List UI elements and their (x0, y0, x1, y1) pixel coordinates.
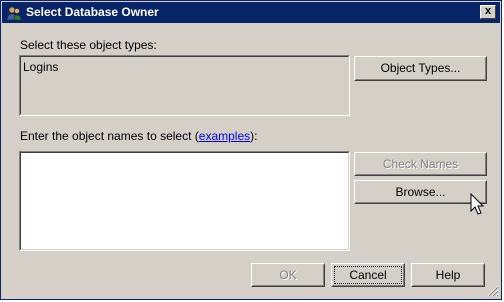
object-types-button-label: Object Types... (380, 61, 461, 75)
dialog-window: Select Database Owner x Select these obj… (0, 0, 502, 300)
object-types-button[interactable]: Object Types... (354, 56, 487, 81)
check-names-button-label: Check Names (382, 157, 459, 171)
ok-button[interactable]: OK (251, 263, 325, 287)
object-types-label: Select these object types: (20, 38, 157, 52)
ok-button-label: OK (279, 268, 297, 282)
browse-button[interactable]: Browse... (354, 180, 487, 204)
users-icon (6, 6, 22, 21)
close-icon: x (484, 5, 492, 17)
object-types-value: Logins (23, 60, 59, 74)
mouse-pointer-icon (470, 193, 485, 215)
window-title: Select Database Owner (26, 5, 159, 19)
close-button[interactable]: x (480, 5, 496, 19)
resize-grip-icon[interactable] (487, 285, 499, 297)
object-names-label-suffix: ): (250, 129, 258, 143)
examples-link[interactable]: examples (199, 129, 250, 143)
cancel-button-label: Cancel (349, 268, 387, 282)
cancel-button[interactable]: Cancel (331, 263, 405, 287)
object-types-box: Logins (19, 55, 350, 116)
browse-button-label: Browse... (395, 185, 446, 199)
title-bar[interactable]: Select Database Owner x (2, 2, 500, 23)
help-button-label: Help (435, 268, 461, 282)
object-names-label-prefix: Enter the object names to select ( (20, 129, 199, 143)
object-names-input[interactable] (19, 151, 350, 251)
help-button[interactable]: Help (411, 263, 485, 287)
check-names-button[interactable]: Check Names (354, 152, 487, 176)
object-names-label: Enter the object names to select (exampl… (20, 129, 257, 143)
